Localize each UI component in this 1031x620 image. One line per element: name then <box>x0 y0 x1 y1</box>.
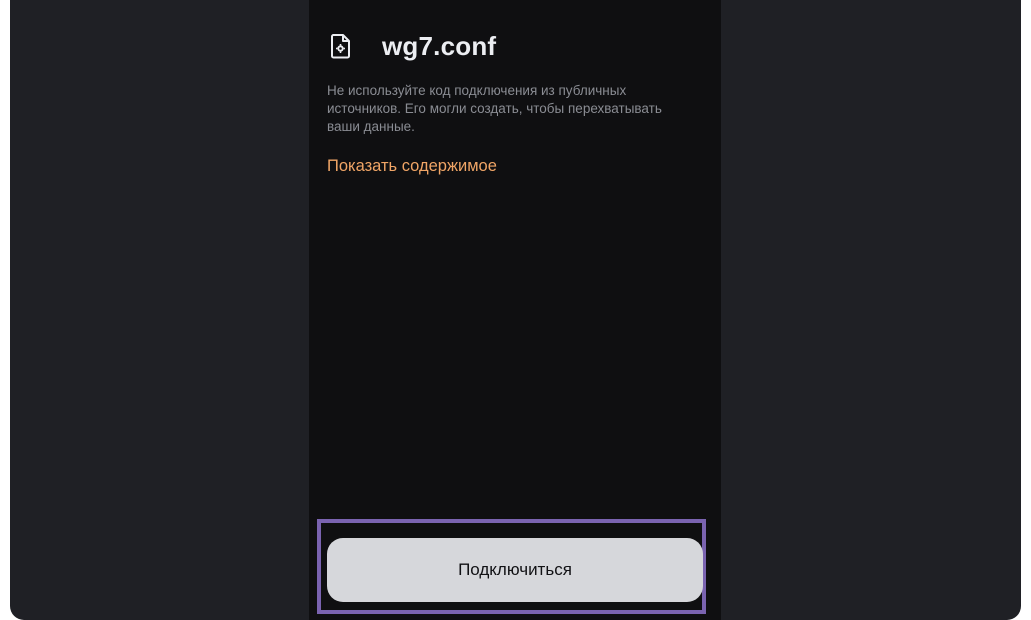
app-window: wg7.conf Не используйте код подключения … <box>10 0 1021 620</box>
connect-button[interactable]: Подключиться <box>327 538 703 602</box>
config-import-panel: wg7.conf Не используйте код подключения … <box>309 0 721 620</box>
file-settings-icon <box>328 32 354 60</box>
security-warning-text: Не используйте код подключения из публич… <box>327 83 662 134</box>
file-name-title: wg7.conf <box>382 30 497 61</box>
file-header: wg7.conf <box>328 28 496 64</box>
show-content-link[interactable]: Показать содержимое <box>327 157 497 176</box>
connect-button-label: Подключиться <box>458 560 572 579</box>
